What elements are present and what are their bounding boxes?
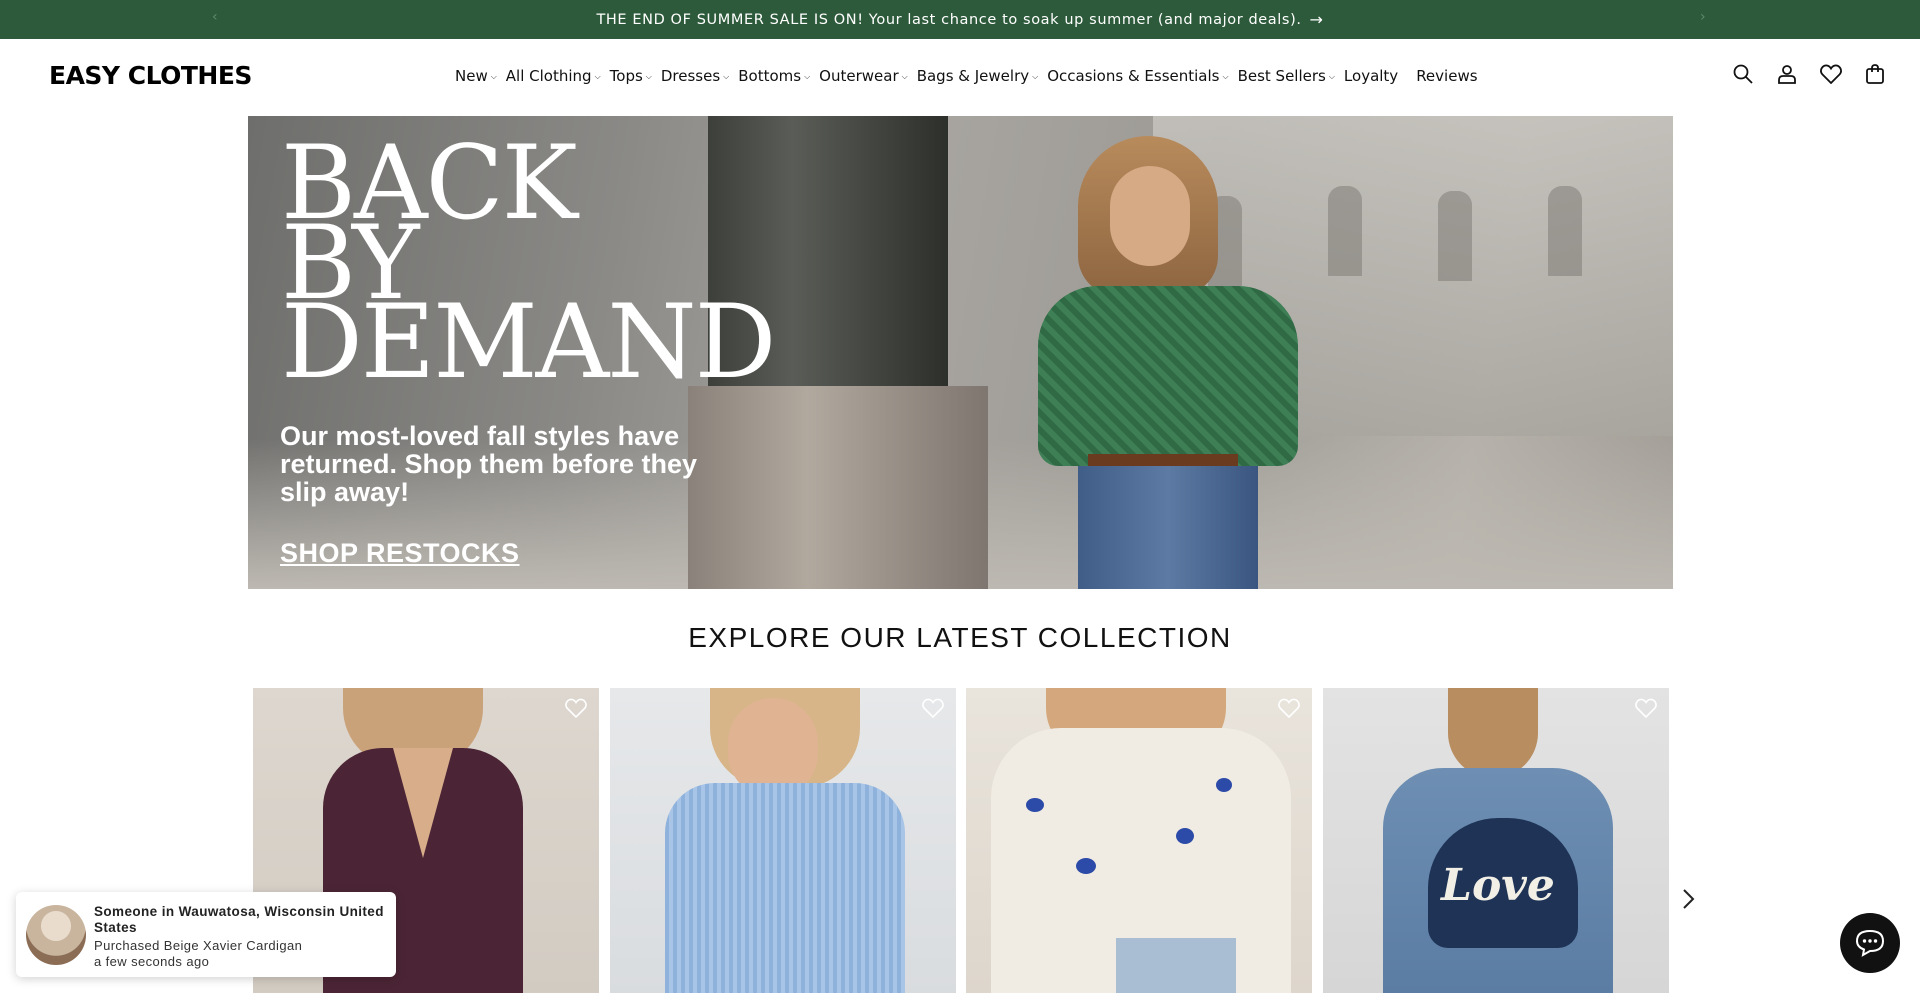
hero-model-jeans: [1078, 466, 1258, 589]
collection-title: EXPLORE OUR LATEST COLLECTION: [688, 622, 1232, 653]
recent-purchase-toast[interactable]: Someone in Wauwatosa, Wisconsin United S…: [16, 892, 396, 977]
nav-label: Loyalty: [1343, 67, 1399, 85]
hero-title: BACK BY DEMAND: [281, 133, 776, 403]
toast-product: Purchased Beige Xavier Cardigan: [94, 938, 303, 953]
product-image-embroidery: [1216, 778, 1232, 792]
nav-item-outerwear[interactable]: Outerwear ⌵: [819, 67, 908, 85]
logo[interactable]: EASY CLOTHES: [49, 61, 252, 90]
product-image-hair: [1448, 688, 1538, 778]
wishlist-heart-icon[interactable]: [1820, 63, 1842, 85]
hero-background-window: [1548, 186, 1582, 276]
chevron-right-icon[interactable]: [1680, 888, 1700, 912]
chevron-down-icon: ⌵: [723, 72, 730, 81]
hero-lamp-post-base: [688, 386, 988, 589]
nav-label: Tops: [609, 67, 643, 85]
nav-item-occasions-essentials[interactable]: Occasions & Essentials ⌵: [1047, 67, 1228, 85]
chevron-down-icon: ⌵: [804, 72, 811, 81]
hero-title-line: DEMAND: [281, 283, 776, 403]
product-image-embroidery: [1026, 798, 1044, 812]
announcement-prev-arrow[interactable]: ‹: [212, 9, 218, 25]
chevron-down-icon: ⌵: [901, 72, 908, 81]
chat-button[interactable]: [1840, 913, 1900, 973]
product-carousel: Love: [253, 688, 1673, 993]
nav-item-all-clothing[interactable]: All Clothing ⌵: [506, 67, 601, 85]
nav-label: Occasions & Essentials: [1047, 67, 1220, 85]
hero-model-sweater: [1038, 286, 1298, 466]
nav-label: New: [455, 67, 488, 85]
nav-item-tops[interactable]: Tops ⌵: [610, 67, 652, 85]
nav-item-reviews[interactable]: Reviews: [1416, 67, 1477, 85]
announcement-next-arrow[interactable]: ›: [1700, 9, 1706, 25]
announcement-bar: ‹ THE END OF SUMMER SALE IS ON! Your las…: [0, 0, 1920, 39]
product-card[interactable]: [966, 688, 1312, 993]
chevron-down-icon: ⌵: [1032, 72, 1039, 81]
wishlist-heart-icon[interactable]: [922, 698, 944, 720]
product-image-love-text: Love: [1441, 860, 1555, 911]
nav-label: Dresses: [660, 67, 721, 85]
toast-location: Someone in Wauwatosa, Wisconsin United S…: [94, 904, 384, 935]
nav-label: Reviews: [1416, 67, 1478, 85]
hero-background-window: [1328, 186, 1362, 276]
nav-label: All Clothing: [505, 67, 592, 85]
product-image-jeans: [1116, 938, 1236, 993]
hero-model-image: [1018, 136, 1318, 589]
wishlist-heart-icon[interactable]: [1635, 698, 1657, 720]
chevron-down-icon: ⌵: [645, 72, 652, 81]
nav-item-bottoms[interactable]: Bottoms ⌵: [738, 67, 810, 85]
product-thumbnail: [26, 905, 86, 965]
cart-bag-icon[interactable]: [1864, 63, 1886, 85]
chevron-down-icon: ⌵: [1222, 72, 1229, 81]
announcement-text[interactable]: THE END OF SUMMER SALE IS ON! Your last …: [596, 12, 1301, 28]
account-icon[interactable]: [1776, 63, 1798, 85]
nav-item-new[interactable]: New ⌵: [455, 67, 497, 85]
product-card[interactable]: Love: [1323, 688, 1669, 993]
hero-model-face: [1110, 166, 1190, 266]
product-image-embroidery: [1076, 858, 1096, 874]
nav-label: Bags & Jewelry: [916, 67, 1030, 85]
search-icon[interactable]: [1732, 63, 1754, 85]
wishlist-heart-icon[interactable]: [565, 698, 587, 720]
chevron-down-icon: ⌵: [490, 72, 497, 81]
product-image-embroidery: [1176, 828, 1194, 844]
nav-item-dresses[interactable]: Dresses ⌵: [661, 67, 729, 85]
toast-time: a few seconds ago: [94, 954, 210, 969]
chat-bubble-icon: [1855, 929, 1885, 957]
hero-banner[interactable]: BACK BY DEMAND Our most-loved fall style…: [248, 116, 1673, 589]
wishlist-heart-icon[interactable]: [1278, 698, 1300, 720]
site-header: EASY CLOTHES New ⌵ All Clothing ⌵ Tops ⌵ Dr…: [0, 39, 1920, 116]
nav-item-bags-jewelry[interactable]: Bags & Jewelry ⌵: [917, 67, 1039, 85]
arrow-right-icon[interactable]: →: [1310, 10, 1324, 29]
chevron-down-icon: ⌵: [594, 72, 601, 81]
nav-label: Outerwear: [819, 67, 899, 85]
nav-item-loyalty[interactable]: Loyalty: [1344, 67, 1398, 85]
product-image-garment: [665, 783, 905, 993]
chevron-down-icon: ⌵: [1328, 72, 1335, 81]
shop-restocks-link[interactable]: SHOP RESTOCKS: [280, 538, 520, 569]
hero-subtitle: Our most-loved fall styles have returned…: [280, 421, 698, 507]
main-nav: New ⌵ All Clothing ⌵ Tops ⌵ Dresses ⌵ Bottom…: [455, 67, 1487, 85]
nav-item-best-sellers[interactable]: Best Sellers ⌵: [1238, 67, 1335, 85]
hero-background-window: [1438, 191, 1472, 281]
nav-label: Best Sellers: [1237, 67, 1326, 85]
product-card[interactable]: [610, 688, 956, 993]
header-icons: [1732, 63, 1886, 85]
nav-label: Bottoms: [738, 67, 802, 85]
